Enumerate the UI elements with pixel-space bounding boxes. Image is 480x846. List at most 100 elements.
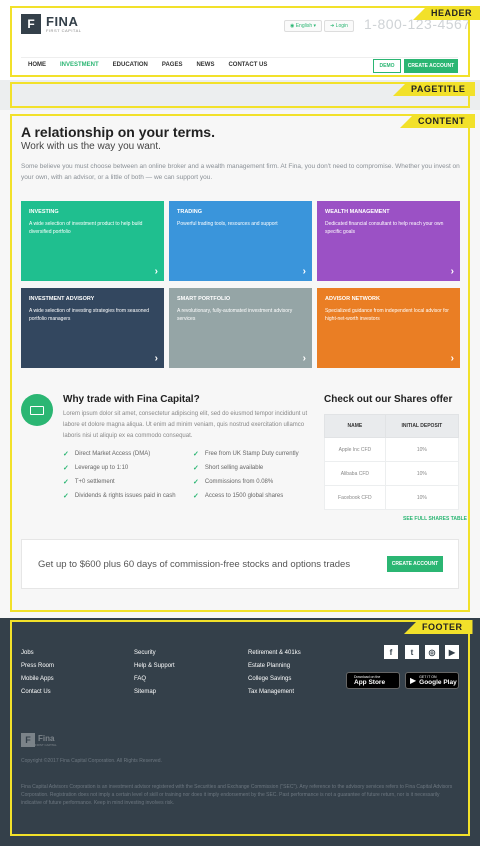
pagetitle-tag: PAGETITLE <box>393 82 476 96</box>
footer-link[interactable]: Estate Planning <box>248 660 301 673</box>
youtube-icon[interactable]: ▶ <box>445 645 459 659</box>
card-description: A revolutionary, fully-automated investm… <box>177 308 293 322</box>
why-title: Why trade with Fina Capital? <box>63 394 200 405</box>
footer-link[interactable]: Contact Us <box>21 686 54 699</box>
nav-news[interactable]: NEWS <box>196 62 214 68</box>
card-title: WEALTH MANAGEMENT <box>325 209 390 215</box>
card-title: TRADING <box>177 209 203 215</box>
card-description: Specialized guidance from independent lo… <box>325 308 449 322</box>
cta-text: Get up to $600 plus 60 days of commissio… <box>38 559 351 570</box>
language-selector[interactable]: ◉ English ▾ <box>284 20 322 32</box>
disclaimer-text: Fina Capital Advisors Corporation is an … <box>21 784 453 806</box>
card-advisor-network[interactable]: ADVISOR NETWORK Specialized guidance fro… <box>317 288 460 368</box>
table-row: Facebook CFD 10% <box>324 485 460 510</box>
footer-link[interactable]: Help & Support <box>134 660 175 673</box>
demo-button[interactable]: DEMO <box>373 59 401 73</box>
check-icon: ✓ <box>63 465 69 472</box>
app-store-badge[interactable]: Download on the App Store <box>346 672 400 689</box>
card-title: INVESTING <box>29 209 59 215</box>
chevron-right-icon: › <box>154 353 158 364</box>
feature-label: Dividends & rights issues paid in cash <box>74 493 176 499</box>
nav-home[interactable]: HOME <box>28 62 46 68</box>
footer-link[interactable]: FAQ <box>134 673 175 686</box>
twitter-icon[interactable]: t <box>405 645 419 659</box>
nav-contact-us[interactable]: CONTACT US <box>228 62 267 68</box>
feature-item: ✓ Direct Market Access (DMA) <box>63 450 150 458</box>
footer-column-1: Jobs Press Room Mobile Apps Contact Us <box>21 647 54 699</box>
footer-link[interactable]: Tax Management <box>248 686 301 699</box>
column-header-deposit: INITIAL DEPOSIT <box>384 414 460 438</box>
see-full-shares-link[interactable]: SEE FULL SHARES TABLE <box>403 516 467 522</box>
chevron-right-icon: › <box>154 266 158 277</box>
check-icon: ✓ <box>63 451 69 458</box>
footer-link[interactable]: College Savings <box>248 673 301 686</box>
nav-pages[interactable]: PAGES <box>162 62 183 68</box>
card-title: INVESTMENT ADVISORY <box>29 296 95 302</box>
table-row: Apple Inc CFD 10% <box>324 437 460 462</box>
card-wealth-management[interactable]: WEALTH MANAGEMENT Dedicated financial co… <box>317 201 460 281</box>
feature-item: ✓ Access to 1500 global shares <box>193 492 283 500</box>
footer-link[interactable]: Mobile Apps <box>21 673 54 686</box>
feature-label: Access to 1500 global shares <box>204 493 284 499</box>
nav-divider <box>21 57 458 58</box>
check-icon: ✓ <box>193 451 199 458</box>
check-icon: ✓ <box>193 493 199 500</box>
nav-investment[interactable]: INVESTMENT <box>60 62 99 68</box>
content-title: A relationship on your terms. <box>21 124 215 140</box>
table-row: Alibaba CFD 10% <box>324 461 460 486</box>
login-button[interactable]: ➜ Login <box>324 20 354 32</box>
footer-logo-subtitle: FIRST CAPITAL <box>35 742 57 747</box>
feature-item: ✓ Free from UK Stamp Duty currently <box>193 450 299 458</box>
feature-label: Direct Market Access (DMA) <box>74 451 151 457</box>
google-play-badge[interactable]: ▶ GET IT ON Google Play <box>405 672 459 689</box>
card-description: A wide selection of investing strategies… <box>29 308 150 322</box>
card-smart-portfolio[interactable]: SMART PORTFOLIO A revolutionary, fully-a… <box>169 288 312 368</box>
site-logo[interactable]: F FINA FIRST CAPITAL <box>21 14 81 34</box>
site-header: F FINA FIRST CAPITAL ◉ English ▾ ➜ Login… <box>0 0 480 80</box>
nav-education[interactable]: EDUCATION <box>113 62 148 68</box>
money-icon <box>21 394 53 426</box>
footer-link[interactable]: Press Room <box>21 660 54 673</box>
feature-label: Commissions from 0.08% <box>204 479 274 485</box>
create-account-button[interactable]: CREATE ACCOUNT <box>404 59 458 73</box>
chevron-right-icon: › <box>450 353 454 364</box>
feature-item: ✓ Leverage up to 1:10 <box>63 464 128 472</box>
cta-create-account-button[interactable]: CREATE ACCOUNT <box>387 556 443 572</box>
footer-column-2: Security Help & Support FAQ Sitemap <box>134 647 175 699</box>
footer-link[interactable]: Sitemap <box>134 686 175 699</box>
share-deposit: 10% <box>384 485 460 510</box>
app-store-big-text: App Store <box>354 679 386 686</box>
card-investment-advisory[interactable]: INVESTMENT ADVISORY A wide selection of … <box>21 288 164 368</box>
check-icon: ✓ <box>63 493 69 500</box>
share-name: Apple Inc CFD <box>324 437 386 462</box>
check-icon: ✓ <box>63 479 69 486</box>
feature-item: ✓ Short selling available <box>193 464 263 472</box>
footer-logo: F Fina FIRST CAPITAL <box>21 733 57 747</box>
logo-subtitle: FIRST CAPITAL <box>46 28 82 33</box>
footer-link[interactable]: Retirement & 401ks <box>248 647 301 660</box>
feature-label: T+0 settlement <box>74 479 115 485</box>
facebook-icon[interactable]: f <box>384 645 398 659</box>
content-subtitle: Work with us the way you want. <box>21 141 161 152</box>
instagram-icon[interactable]: ◎ <box>425 645 439 659</box>
table-header-row: NAME INITIAL DEPOSIT <box>324 414 460 438</box>
card-title: SMART PORTFOLIO <box>177 296 231 302</box>
card-description: Powerful trading tools, resources and su… <box>177 221 278 227</box>
shares-title: Check out our Shares offer <box>324 394 453 405</box>
feature-label: Free from UK Stamp Duty currently <box>204 451 299 457</box>
check-icon: ✓ <box>193 479 199 486</box>
card-description: A wide selection of investment product t… <box>29 221 143 235</box>
chevron-right-icon: › <box>450 266 454 277</box>
card-investing[interactable]: INVESTING A wide selection of investment… <box>21 201 164 281</box>
column-header-name: NAME <box>324 414 386 438</box>
card-trading[interactable]: TRADING Powerful trading tools, resource… <box>169 201 312 281</box>
feature-item: ✓ Dividends & rights issues paid in cash <box>63 492 176 500</box>
footer-link[interactable]: Security <box>134 647 175 660</box>
feature-item: ✓ Commissions from 0.08% <box>193 478 273 486</box>
share-deposit: 10% <box>384 461 460 486</box>
footer-link[interactable]: Jobs <box>21 647 54 660</box>
language-label: English <box>295 23 313 29</box>
share-name: Facebook CFD <box>324 485 386 510</box>
google-play-big-text: Google Play <box>419 679 457 686</box>
content-intro: Some believe you must choose between an … <box>21 163 460 181</box>
